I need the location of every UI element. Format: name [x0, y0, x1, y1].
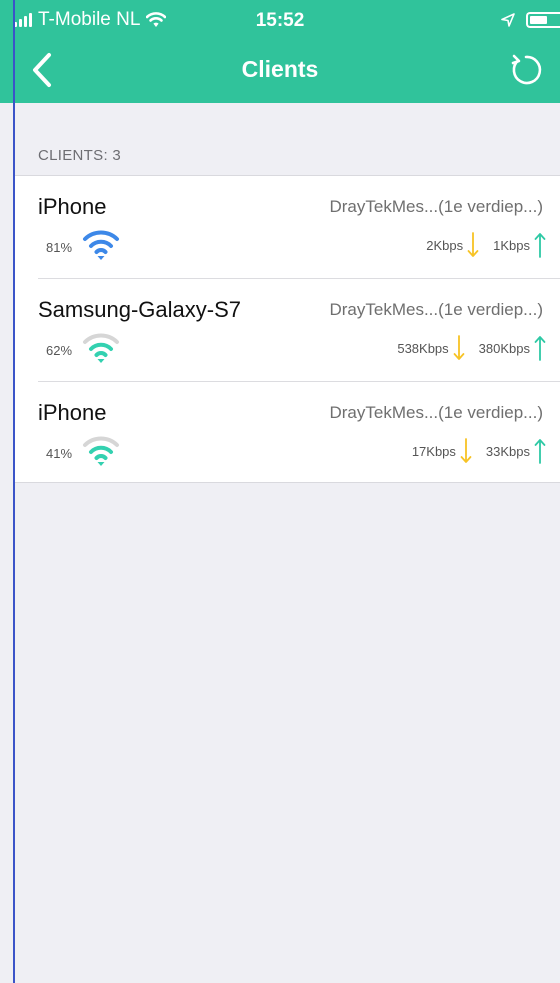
client-row-iphone-1[interactable]: iPhone DrayTekMes...(1e verdiep...) 81% … — [15, 176, 560, 279]
client-row-samsung-galaxy-s7[interactable]: Samsung-Galaxy-S7 DrayTekMes...(1e verdi… — [15, 279, 560, 382]
screen-left-edge — [13, 0, 15, 983]
client-network: DrayTekMes...(1e verdiep...) — [329, 300, 543, 319]
clients-screen: T-Mobile NL 15:52 Clients CLIENTS: 3 iPh… — [0, 0, 560, 983]
wifi-icon — [83, 333, 119, 363]
nav-bar: Clients — [0, 40, 560, 103]
upload-rate: 33Kbps — [485, 443, 530, 459]
arrow-up-icon — [534, 233, 546, 258]
signal-percent: 62% — [46, 343, 73, 358]
arrow-up-icon — [534, 439, 546, 464]
download-rate: 17Kbps — [411, 443, 456, 459]
client-network: DrayTekMes...(1e verdiep...) — [329, 403, 543, 422]
arrow-up-icon — [534, 336, 546, 361]
rates: 2Kbps 1Kbps — [426, 232, 546, 258]
client-network: DrayTekMes...(1e verdiep...) — [329, 197, 543, 216]
wifi-icon — [83, 436, 119, 466]
arrow-down-icon — [460, 438, 472, 463]
client-name: iPhone — [38, 400, 107, 425]
download-rate: 538Kbps — [397, 340, 449, 356]
arrow-down-icon — [467, 232, 479, 257]
app-header: T-Mobile NL 15:52 Clients — [0, 0, 560, 103]
rates: 538Kbps 380Kbps — [397, 335, 546, 361]
arrow-down-icon — [453, 335, 465, 360]
location-arrow-icon — [501, 13, 515, 27]
upload-rate: 380Kbps — [478, 340, 530, 356]
rates: 17Kbps 33Kbps — [412, 438, 546, 464]
status-time: 15:52 — [255, 10, 305, 31]
battery-icon — [526, 12, 560, 28]
clients-count-header: CLIENTS: 3 — [38, 147, 122, 164]
status-bar: T-Mobile NL 15:52 — [0, 0, 560, 40]
client-name: Samsung-Galaxy-S7 — [38, 297, 241, 322]
page-title: Clients — [241, 56, 319, 82]
refresh-button[interactable] — [506, 50, 546, 90]
upload-rate: 1Kbps — [493, 237, 530, 253]
wifi-icon — [83, 230, 119, 260]
signal-percent: 81% — [46, 240, 73, 255]
client-name: iPhone — [38, 194, 107, 219]
status-right — [500, 10, 560, 30]
client-list: iPhone DrayTekMes...(1e verdiep...) 81% … — [15, 175, 560, 483]
client-row-iphone-2[interactable]: iPhone DrayTekMes...(1e verdiep...) 41% … — [15, 382, 560, 485]
download-rate: 2Kbps — [426, 237, 464, 253]
signal-percent: 41% — [46, 446, 73, 461]
refresh-icon — [511, 54, 542, 85]
